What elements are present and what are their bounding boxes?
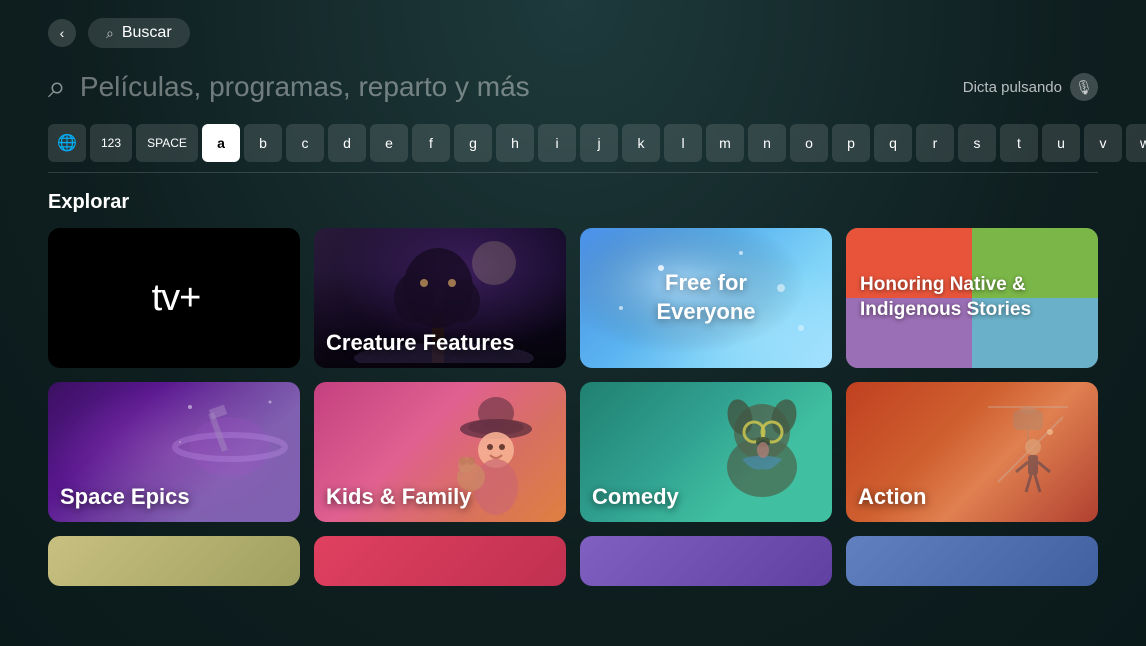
card-partial-1[interactable] xyxy=(48,536,300,586)
key-j[interactable]: j xyxy=(580,124,618,162)
key-b[interactable]: b xyxy=(244,124,282,162)
card-native-label: Honoring Native & Indigenous Stories xyxy=(860,273,1084,322)
key-a[interactable]: a xyxy=(202,124,240,162)
search-nav-label: Buscar xyxy=(122,24,172,42)
appletv-logo: tv+ xyxy=(148,277,201,320)
key-k[interactable]: k xyxy=(622,124,660,162)
divider xyxy=(48,172,1098,173)
back-button[interactable]: ‹ xyxy=(48,19,76,47)
key-m[interactable]: m xyxy=(706,124,744,162)
search-bar: ⌕ Películas, programas, reparto y más Di… xyxy=(48,68,1098,106)
native-text-overlay: Honoring Native & Indigenous Stories xyxy=(846,228,1098,368)
card-space-label: Space Epics xyxy=(60,484,190,510)
key-v[interactable]: v xyxy=(1084,124,1122,162)
card-creature-features[interactable]: Creature Features xyxy=(314,228,566,368)
section-title: Explorar xyxy=(48,191,1098,214)
key-e[interactable]: e xyxy=(370,124,408,162)
dictate-button[interactable]: Dicta pulsando 🎙 xyxy=(963,73,1098,101)
key-o[interactable]: o xyxy=(790,124,828,162)
search-icon-large: ⌕ xyxy=(48,68,66,106)
key-s[interactable]: s xyxy=(958,124,996,162)
search-nav-icon: ⌕ xyxy=(106,25,114,42)
explore-grid: tv+ Creature Features xyxy=(48,228,1098,368)
back-icon: ‹ xyxy=(60,25,65,41)
card-comedy[interactable]: Comedy xyxy=(580,382,832,522)
card-free-everyone[interactable]: Free forEveryone xyxy=(580,228,832,368)
key-t[interactable]: t xyxy=(1000,124,1038,162)
key-r[interactable]: r xyxy=(916,124,954,162)
key-space[interactable]: SPACE xyxy=(136,124,198,162)
search-placeholder-text[interactable]: Películas, programas, reparto y más xyxy=(80,71,949,103)
space-illustration xyxy=(170,392,290,492)
key-p[interactable]: p xyxy=(832,124,870,162)
comedy-illustration xyxy=(702,387,822,497)
explore-grid-2: Space Epics xyxy=(48,382,1098,522)
card-comedy-label: Comedy xyxy=(592,484,679,510)
key-w[interactable]: w xyxy=(1126,124,1146,162)
search-nav-pill[interactable]: ⌕ Buscar xyxy=(88,18,190,48)
key-n[interactable]: n xyxy=(748,124,786,162)
appletv-text: tv+ xyxy=(152,277,201,320)
card-action-label: Action xyxy=(858,484,926,510)
card-kids-label: Kids & Family xyxy=(326,484,471,510)
card-partial-2[interactable] xyxy=(314,536,566,586)
key-h[interactable]: h xyxy=(496,124,534,162)
key-c[interactable]: c xyxy=(286,124,324,162)
dictate-label: Dicta pulsando xyxy=(963,79,1062,96)
card-partial-4[interactable] xyxy=(846,536,1098,586)
key-l[interactable]: l xyxy=(664,124,702,162)
card-partial-3[interactable] xyxy=(580,536,832,586)
key-f[interactable]: f xyxy=(412,124,450,162)
key-globe[interactable]: 🌐 xyxy=(48,124,86,162)
card-free-label: Free forEveryone xyxy=(656,269,755,326)
action-illustration xyxy=(978,392,1078,502)
keyboard: 🌐 123 SPACE a b c d e f g h i j k l m n … xyxy=(48,124,1098,162)
card-action[interactable]: Action xyxy=(846,382,1098,522)
key-q[interactable]: q xyxy=(874,124,912,162)
key-i[interactable]: i xyxy=(538,124,576,162)
key-d[interactable]: d xyxy=(328,124,366,162)
card-space-epics[interactable]: Space Epics xyxy=(48,382,300,522)
key-123[interactable]: 123 xyxy=(90,124,132,162)
key-g[interactable]: g xyxy=(454,124,492,162)
key-u[interactable]: u xyxy=(1042,124,1080,162)
card-creature-label: Creature Features xyxy=(326,330,514,356)
card-appletv[interactable]: tv+ xyxy=(48,228,300,368)
top-bar: ‹ ⌕ Buscar xyxy=(48,18,1098,48)
card-native-stories[interactable]: Honoring Native & Indigenous Stories xyxy=(846,228,1098,368)
explore-grid-3 xyxy=(48,536,1098,586)
mic-icon: 🎙 xyxy=(1070,73,1098,101)
card-kids-family[interactable]: Kids & Family xyxy=(314,382,566,522)
